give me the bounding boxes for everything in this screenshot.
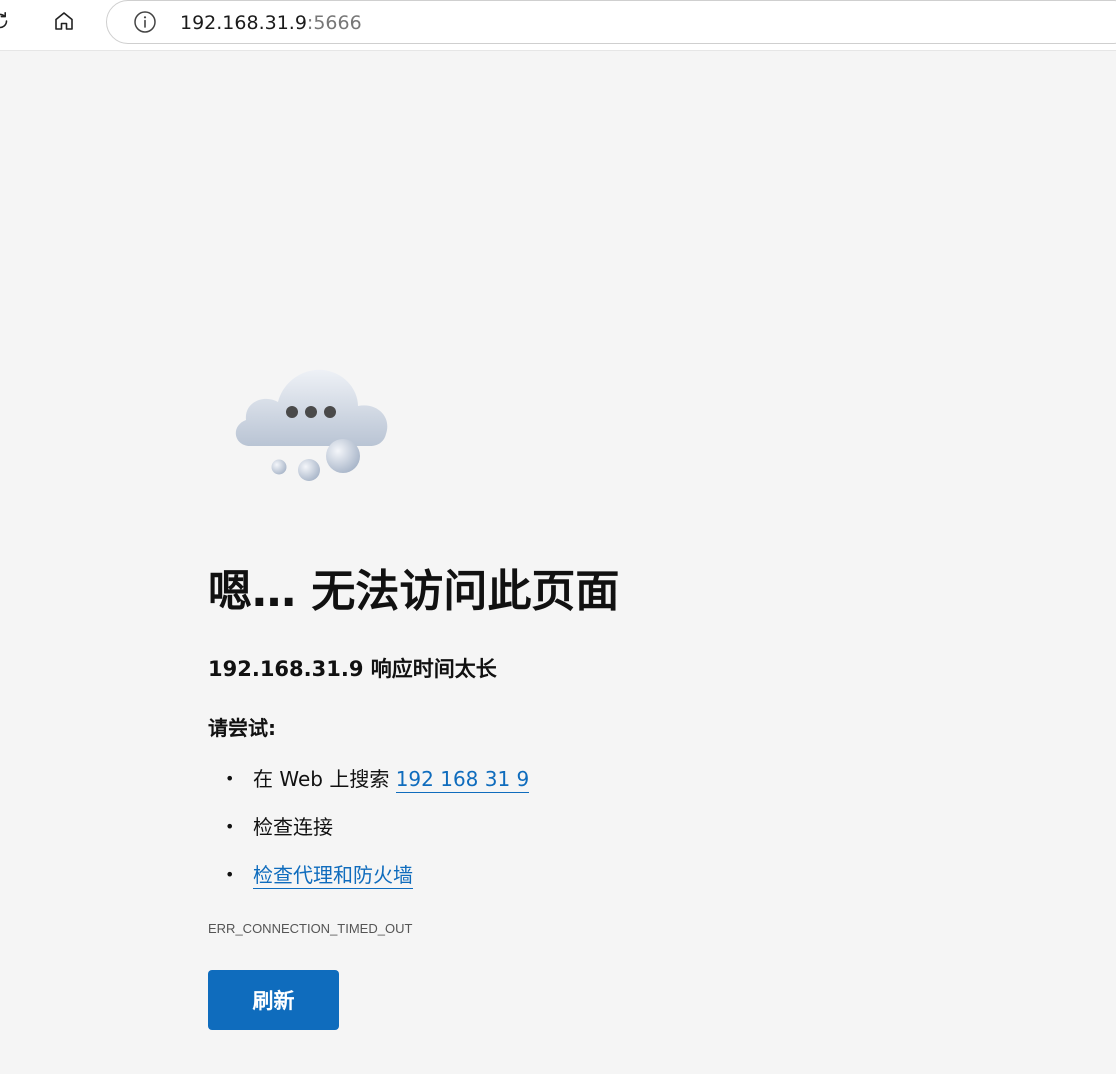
browser-toolbar: 192.168.31.9:5666 <box>0 0 1116 51</box>
info-icon[interactable] <box>133 10 157 34</box>
url-text[interactable]: 192.168.31.9:5666 <box>180 11 362 35</box>
suggestion-search: • 在 Web 上搜索 192 168 31 9 <box>208 762 530 810</box>
address-bar[interactable]: 192.168.31.9:5666 <box>106 0 1116 44</box>
search-web-link[interactable]: 192 168 31 9 <box>395 767 530 793</box>
bullet-icon: • <box>225 769 235 788</box>
error-code: ERR_CONNECTION_TIMED_OUT <box>208 921 413 936</box>
suggestion-check-connection-text: 检查连接 <box>253 815 333 839</box>
url-port: :5666 <box>306 12 362 34</box>
reload-button[interactable]: 刷新 <box>208 970 339 1030</box>
refresh-button[interactable] <box>0 5 18 37</box>
page-title: 嗯… 无法访问此页面 <box>208 566 620 617</box>
refresh-icon <box>0 12 8 29</box>
bullet-icon: • <box>225 865 235 884</box>
suggestion-list: • 在 Web 上搜索 192 168 31 9 • 检查连接 • 检查代理和防… <box>208 762 530 906</box>
suggestion-check-proxy: • 检查代理和防火墙 <box>208 858 529 906</box>
home-icon <box>55 12 73 30</box>
suggestion-check-connection: • 检查连接 <box>208 810 529 858</box>
home-button[interactable] <box>46 5 82 37</box>
try-label: 请尝试: <box>208 716 276 740</box>
bullet-icon: • <box>225 817 235 836</box>
error-subtitle: 192.168.31.9 响应时间太长 <box>208 657 497 681</box>
cloud-ellipsis-icon <box>235 369 388 481</box>
check-proxy-firewall-link[interactable]: 检查代理和防火墙 <box>253 863 413 889</box>
suggestion-search-prefix: 在 Web 上搜索 <box>253 767 396 791</box>
url-host: 192.168.31.9 <box>180 12 307 34</box>
